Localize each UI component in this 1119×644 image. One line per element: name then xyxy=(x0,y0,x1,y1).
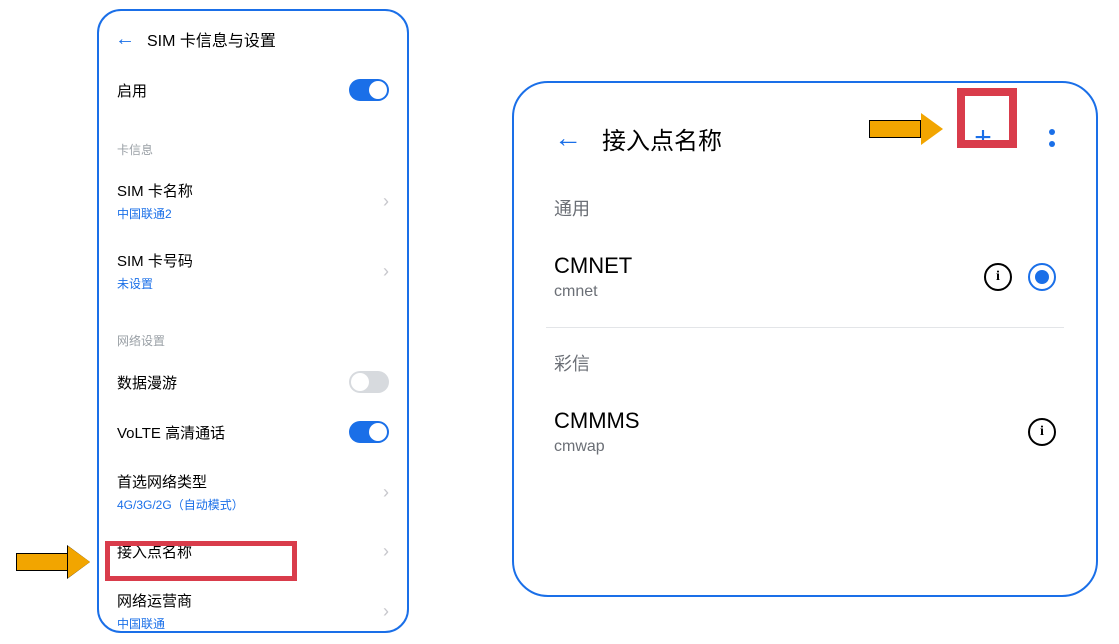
enable-toggle[interactable] xyxy=(349,79,389,101)
sim-settings-panel: ← SIM 卡信息与设置 启用 卡信息 SIM 卡名称 中国联通2 › SIM … xyxy=(97,9,409,633)
back-arrow-icon[interactable]: ← xyxy=(115,29,135,49)
carrier-row[interactable]: 网络运营商 中国联通 › xyxy=(99,576,407,633)
sim-name-value: 中国联通2 xyxy=(117,205,193,222)
chevron-right-icon: › xyxy=(383,261,389,282)
apn-title: CMNET xyxy=(554,253,968,279)
sim-number-value: 未设置 xyxy=(117,275,193,292)
back-arrow-icon[interactable]: ← xyxy=(554,124,582,152)
more-menu-button[interactable] xyxy=(1040,129,1064,147)
volte-row: VoLTE 高清通话 xyxy=(99,407,407,457)
plus-icon: + xyxy=(974,123,992,153)
apn-item-cmnet[interactable]: CMNET cmnet i xyxy=(546,235,1064,319)
data-roaming-label: 数据漫游 xyxy=(117,372,177,393)
sim-number-label: SIM 卡号码 xyxy=(117,250,193,271)
dot-icon xyxy=(1049,129,1055,135)
apn-list-panel: ← 接入点名称 + 通用 CMNET cmnet i 彩信 CMMMS cmwa… xyxy=(512,81,1098,597)
data-roaming-row: 数据漫游 xyxy=(99,357,407,407)
dot-icon xyxy=(1049,141,1055,147)
divider xyxy=(546,327,1064,328)
chevron-right-icon: › xyxy=(383,541,389,562)
apn-radio-selected[interactable] xyxy=(1028,263,1056,291)
chevron-right-icon: › xyxy=(383,601,389,622)
carrier-label: 网络运营商 xyxy=(117,590,192,611)
apn-label: 接入点名称 xyxy=(117,541,192,562)
card-info-section-header: 卡信息 xyxy=(99,123,407,166)
apn-sub: cmwap xyxy=(554,438,1012,456)
chevron-right-icon: › xyxy=(383,482,389,503)
header-bar: ← 接入点名称 + xyxy=(546,101,1064,181)
pref-network-row[interactable]: 首选网络类型 4G/3G/2G（自动模式） › xyxy=(99,457,407,527)
mms-section-header: 彩信 xyxy=(546,336,1064,390)
carrier-value: 中国联通 xyxy=(117,615,192,632)
pref-network-label: 首选网络类型 xyxy=(117,471,244,492)
add-button[interactable]: + xyxy=(958,113,1008,163)
chevron-right-icon: › xyxy=(383,191,389,212)
pref-network-value: 4G/3G/2G（自动模式） xyxy=(117,496,244,513)
apn-item-cmmms[interactable]: CMMMS cmwap i xyxy=(546,390,1064,474)
general-section-header: 通用 xyxy=(546,181,1064,235)
sim-number-row[interactable]: SIM 卡号码 未设置 › xyxy=(99,236,407,306)
pointer-arrow-right xyxy=(869,113,943,145)
info-icon[interactable]: i xyxy=(984,263,1012,291)
data-roaming-toggle[interactable] xyxy=(349,371,389,393)
page-title: SIM 卡信息与设置 xyxy=(147,27,276,51)
info-icon[interactable]: i xyxy=(1028,418,1056,446)
apn-sub: cmnet xyxy=(554,283,968,301)
volte-label: VoLTE 高清通话 xyxy=(117,422,225,443)
apn-row[interactable]: 接入点名称 › xyxy=(99,527,407,576)
header-bar: ← SIM 卡信息与设置 xyxy=(99,11,407,65)
enable-label: 启用 xyxy=(117,80,147,101)
enable-row: 启用 xyxy=(99,65,407,115)
network-section-header: 网络设置 xyxy=(99,314,407,357)
sim-name-row[interactable]: SIM 卡名称 中国联通2 › xyxy=(99,166,407,236)
apn-title: CMMMS xyxy=(554,408,1012,434)
sim-name-label: SIM 卡名称 xyxy=(117,180,193,201)
pointer-arrow-left xyxy=(16,546,90,578)
volte-toggle[interactable] xyxy=(349,421,389,443)
